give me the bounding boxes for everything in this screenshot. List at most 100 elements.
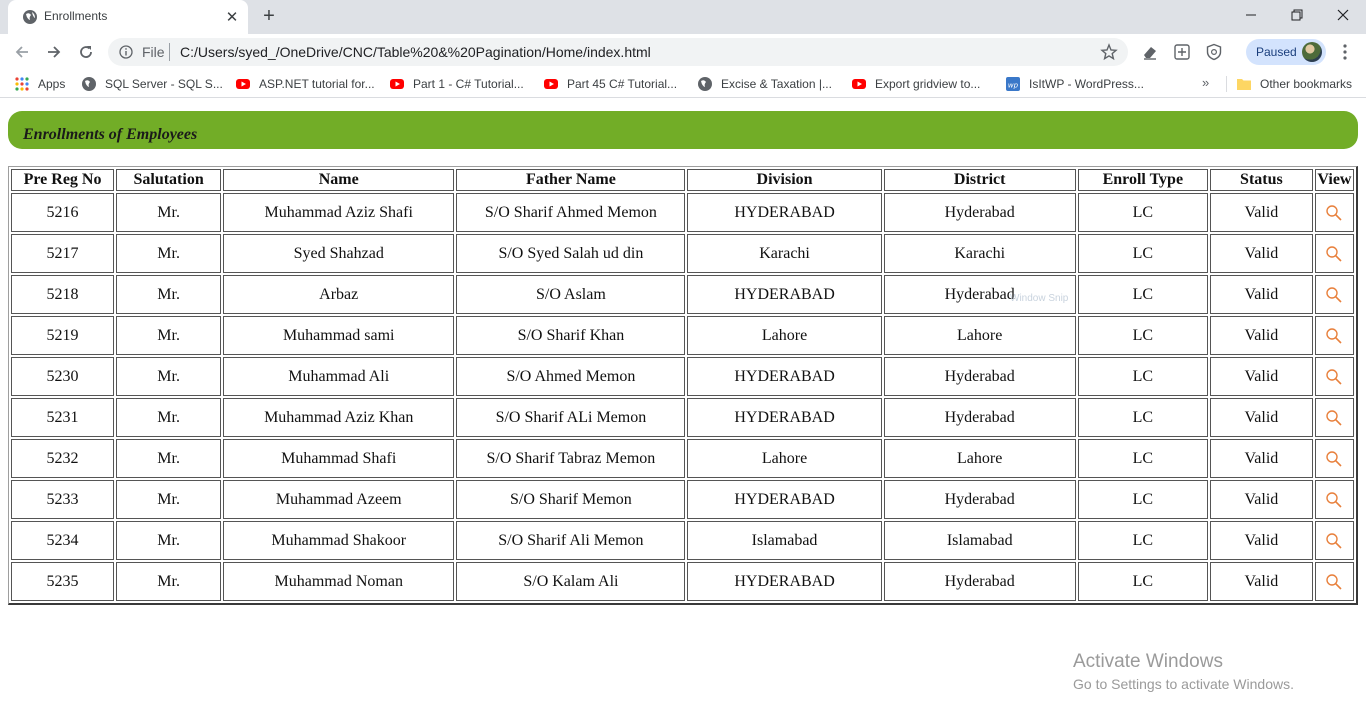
table-cell: Muhammad Shakoor: [223, 521, 455, 560]
bookmark-label: SQL Server - SQL S...: [105, 77, 223, 91]
tab-strip: Enrollments ✕ +: [0, 0, 1366, 34]
bookmark-label: Other bookmarks: [1260, 77, 1353, 91]
search-icon[interactable]: [1325, 573, 1343, 591]
window-close-button[interactable]: [1320, 0, 1366, 30]
table-cell: Lahore: [687, 316, 882, 355]
table-cell: Mr.: [116, 562, 222, 601]
arrow-left-icon: [15, 46, 28, 58]
profile-button[interactable]: Paused: [1246, 39, 1326, 65]
shield-extension-icon[interactable]: [1205, 43, 1223, 61]
tab-enrollments[interactable]: Enrollments ✕: [8, 0, 248, 34]
view-cell[interactable]: [1314, 193, 1354, 232]
bookmark-other[interactable]: Other bookmarks: [1236, 76, 1352, 92]
table-cell: LC: [1077, 316, 1208, 355]
new-tab-button[interactable]: +: [258, 6, 280, 28]
address-bar[interactable]: File C:/Users/syed_/OneDrive/CNC/Table%2…: [108, 38, 1128, 66]
bookmark-export-gridview[interactable]: Export gridview to...: [851, 76, 980, 92]
bookmark-label: Part 1 - C# Tutorial...: [413, 77, 524, 91]
search-icon[interactable]: [1325, 245, 1343, 263]
view-cell[interactable]: [1314, 398, 1354, 437]
table-cell: LC: [1077, 439, 1208, 478]
column-header[interactable]: Status: [1209, 169, 1313, 191]
table-cell: Hyderabad: [883, 193, 1076, 232]
table-cell: Valid: [1209, 398, 1313, 437]
view-cell[interactable]: [1314, 357, 1354, 396]
table-row: 5218 Mr. Arbaz S/O Aslam HYDERABAD Hyderabad L…: [11, 275, 1354, 314]
view-cell[interactable]: [1314, 521, 1354, 560]
more-bookmarks-button[interactable]: »: [1202, 75, 1209, 90]
table-cell: Mr.: [116, 275, 222, 314]
youtube-icon: [390, 79, 404, 89]
reload-button[interactable]: [74, 40, 98, 64]
column-header[interactable]: Division: [687, 169, 882, 191]
bookmark-sql-server[interactable]: SQL Server - SQL S...: [81, 76, 223, 92]
bookmark-apps[interactable]: Apps: [14, 76, 65, 92]
back-button[interactable]: [10, 40, 34, 64]
table-cell: 5232: [11, 439, 115, 478]
search-icon[interactable]: [1325, 204, 1343, 222]
view-cell[interactable]: [1314, 480, 1354, 519]
table-cell: Valid: [1209, 193, 1313, 232]
view-cell[interactable]: [1314, 316, 1354, 355]
forward-button[interactable]: [42, 40, 66, 64]
table-cell: Valid: [1209, 234, 1313, 273]
close-icon: [1337, 9, 1349, 21]
column-header[interactable]: Name: [223, 169, 455, 191]
enrollments-table: Pre Reg No Salutation Name Father Name D…: [9, 167, 1356, 603]
tab-close-icon[interactable]: ✕: [224, 9, 240, 26]
info-icon[interactable]: [119, 45, 133, 59]
table-row: 5234 Mr. Muhammad Shakoor S/O Sharif Ali Me…: [11, 521, 1354, 560]
view-cell[interactable]: [1314, 234, 1354, 273]
column-header[interactable]: Father Name: [456, 169, 686, 191]
view-cell[interactable]: [1314, 275, 1354, 314]
search-icon[interactable]: [1325, 491, 1343, 509]
table-cell: Muhammad Aziz Shafi: [223, 193, 455, 232]
bookmark-label: Excise & Taxation |...: [721, 77, 832, 91]
add-extension-icon[interactable]: [1173, 43, 1191, 61]
table-cell: S/O Sharif Tabraz Memon: [456, 439, 686, 478]
bookmark-isitwp[interactable]: wp IsItWP - WordPress...: [1005, 76, 1144, 92]
search-icon[interactable]: [1325, 327, 1343, 345]
bookmark-part1-csharp[interactable]: Part 1 - C# Tutorial...: [389, 76, 524, 92]
table-cell: 5217: [11, 234, 115, 273]
bookmark-label: IsItWP - WordPress...: [1029, 77, 1144, 91]
table-cell: S/O Ahmed Memon: [456, 357, 686, 396]
column-header[interactable]: Enroll Type: [1077, 169, 1208, 191]
table-cell: 5235: [11, 562, 115, 601]
url-text[interactable]: C:/Users/syed_/OneDrive/CNC/Table%20&%20…: [180, 44, 651, 60]
minimize-button[interactable]: [1228, 0, 1274, 30]
table-cell: HYDERABAD: [687, 562, 882, 601]
eraser-extension-icon[interactable]: [1141, 43, 1159, 61]
table-cell: S/O Aslam: [456, 275, 686, 314]
bookmark-label: Part 45 C# Tutorial...: [567, 77, 678, 91]
bookmark-part45-csharp[interactable]: Part 45 C# Tutorial...: [543, 76, 677, 92]
column-header[interactable]: Salutation: [116, 169, 222, 191]
restore-button[interactable]: [1274, 0, 1320, 30]
bookmark-label: ASP.NET tutorial for...: [259, 77, 375, 91]
search-icon[interactable]: [1325, 450, 1343, 468]
table-row: 5219 Mr. Muhammad sami S/O Sharif Khan Lahor…: [11, 316, 1354, 355]
view-cell[interactable]: [1314, 562, 1354, 601]
view-cell[interactable]: [1314, 439, 1354, 478]
search-icon[interactable]: [1325, 286, 1343, 304]
column-header[interactable]: District: [883, 169, 1076, 191]
column-header[interactable]: View: [1314, 169, 1354, 191]
bookmark-aspnet-tutorial[interactable]: ASP.NET tutorial for...: [235, 76, 375, 92]
profile-status: Paused: [1256, 45, 1297, 59]
more-menu-icon[interactable]: [1336, 42, 1354, 62]
bookmark-excise-taxation[interactable]: Excise & Taxation |...: [697, 76, 832, 92]
enrollments-table-container: Pre Reg No Salutation Name Father Name D…: [8, 166, 1358, 605]
table-cell: Lahore: [883, 316, 1076, 355]
activate-title: Activate Windows: [1073, 651, 1223, 672]
url-scheme: File: [142, 44, 165, 60]
table-cell: 5230: [11, 357, 115, 396]
table-cell: Valid: [1209, 275, 1313, 314]
table-cell: 5216: [11, 193, 115, 232]
search-icon[interactable]: [1325, 409, 1343, 427]
column-header[interactable]: Pre Reg No: [11, 169, 115, 191]
star-icon[interactable]: [1100, 43, 1118, 61]
search-icon[interactable]: [1325, 532, 1343, 550]
globe-icon: [82, 77, 96, 91]
table-cell: 5219: [11, 316, 115, 355]
search-icon[interactable]: [1325, 368, 1343, 386]
